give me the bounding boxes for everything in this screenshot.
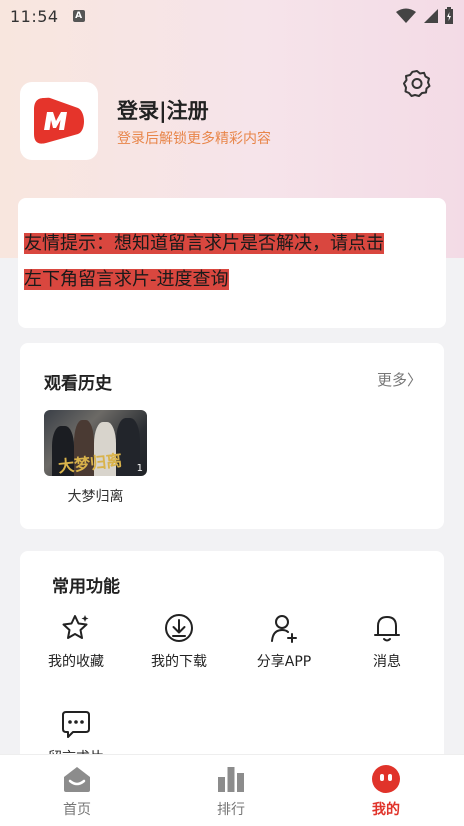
tab-home-label: 首页	[63, 802, 91, 818]
login-subtitle: 登录后解锁更多精彩内容	[117, 131, 271, 147]
history-item-thumbnail[interactable]: 大梦归离 1	[44, 410, 147, 476]
messages-button[interactable]: 消息	[342, 611, 432, 671]
tab-home[interactable]: 首页	[37, 763, 117, 819]
settings-gear-icon[interactable]	[402, 68, 432, 98]
functions-title: 常用功能	[52, 577, 120, 597]
share-app-button[interactable]: 分享APP	[239, 611, 329, 671]
login-register-link[interactable]: 登录|注册	[117, 95, 209, 125]
status-icons	[396, 7, 454, 25]
signal-icon	[424, 9, 438, 23]
notification-a-icon: A	[72, 10, 85, 22]
download-icon	[165, 614, 193, 642]
notice-card: 友情提示：想知道留言求片是否解决，请点击 左下角留言求片-进度查询	[18, 198, 446, 328]
history-item-title[interactable]: 大梦归离	[44, 486, 147, 506]
tab-ranking[interactable]: 排行	[191, 763, 271, 819]
tab-ranking-label: 排行	[217, 802, 245, 818]
wifi-icon	[396, 8, 416, 23]
battery-icon	[445, 7, 453, 24]
watch-history-card: 观看历史 更多〉 大梦归离 1 大梦归离	[20, 343, 444, 529]
request-movie-button[interactable]: 留言求片	[31, 707, 121, 757]
profile-face-icon	[372, 765, 400, 793]
bottom-tab-bar: 首页 排行 我的	[0, 754, 464, 826]
ranking-icon	[218, 767, 244, 792]
home-icon	[64, 767, 90, 792]
tab-mine[interactable]: 我的	[346, 763, 426, 819]
bell-icon	[374, 616, 400, 642]
notice-text: 友情提示：想知道留言求片是否解决，请点击 左下角留言求片-进度查询	[24, 226, 444, 298]
history-more-link[interactable]: 更多〉	[377, 369, 422, 390]
messages-label: 消息	[373, 654, 401, 670]
downloads-button[interactable]: 我的下载	[134, 611, 224, 671]
app-logo-icon	[34, 97, 84, 144]
app-logo	[20, 82, 98, 160]
tab-mine-label: 我的	[372, 802, 400, 818]
episode-badge: 1	[136, 463, 143, 474]
status-bar: 11:54 A	[0, 0, 464, 32]
notice-line-2: 左下角留言求片-进度查询	[24, 269, 229, 290]
favorites-button[interactable]: 我的收藏	[31, 611, 121, 671]
downloads-label: 我的下载	[151, 654, 207, 670]
history-title: 观看历史	[44, 374, 112, 394]
status-time: 11:54	[10, 6, 59, 26]
message-icon	[62, 711, 90, 738]
share-app-label: 分享APP	[256, 654, 312, 670]
share-user-icon	[271, 615, 297, 643]
star-icon	[62, 615, 89, 639]
notice-line-1: 友情提示：想知道留言求片是否解决，请点击	[24, 233, 384, 254]
favorites-label: 我的收藏	[48, 654, 104, 670]
